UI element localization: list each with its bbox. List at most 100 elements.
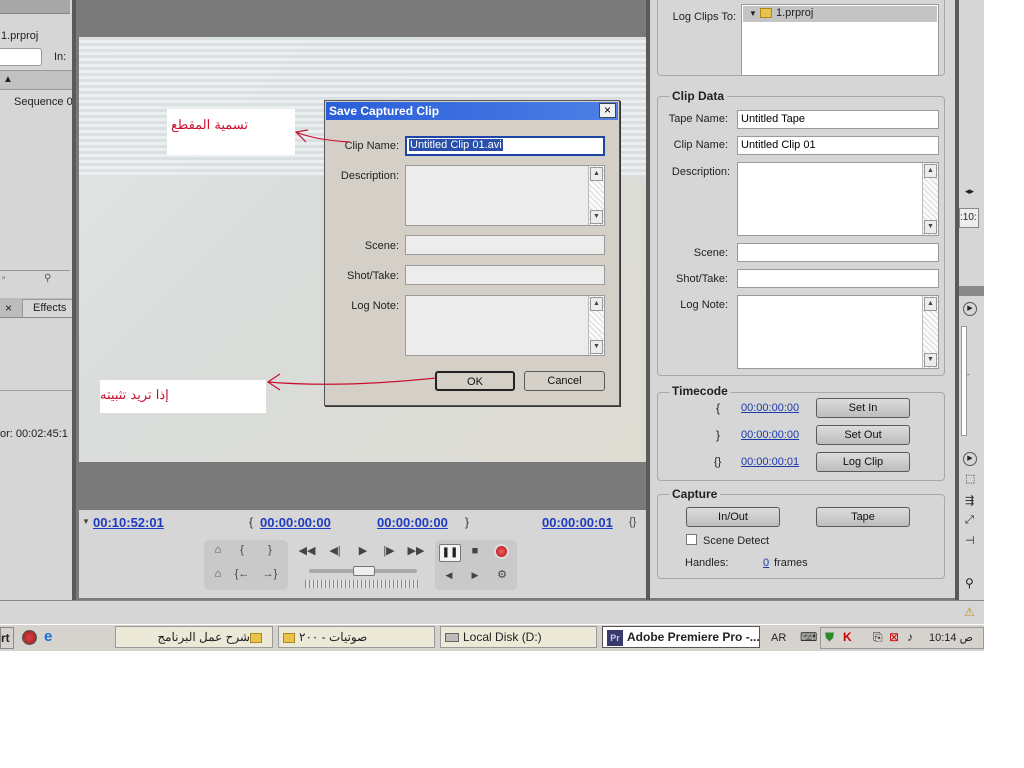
step-left-icon[interactable]: ◀ bbox=[441, 570, 457, 581]
select-tool-icon[interactable]: ⬚ bbox=[965, 472, 975, 485]
goto-out-icon[interactable]: →} bbox=[260, 568, 280, 580]
sort-up-icon[interactable]: ▲ bbox=[3, 74, 13, 85]
taskbar-item[interactable]: صوتيات - ٢٠٠ bbox=[278, 626, 435, 648]
goto-marker-icon[interactable]: ⌂ bbox=[208, 568, 228, 580]
play-circle-icon[interactable]: ▶ bbox=[963, 302, 977, 316]
volume-icon[interactable]: ♪ bbox=[907, 630, 913, 644]
shield-icon[interactable]: ⛊ bbox=[825, 630, 834, 645]
taskbar-item[interactable]: Local Disk (D:) bbox=[440, 626, 597, 648]
scene-field[interactable] bbox=[737, 243, 939, 262]
arrow-to-ok bbox=[267, 377, 437, 385]
scroll-down-icon[interactable]: ▼ bbox=[924, 353, 937, 367]
in-timecode[interactable]: 00:00:00:00 bbox=[260, 515, 331, 530]
timecode-out[interactable]: 00:00:00:00 bbox=[741, 429, 799, 441]
timeline-marker-icon[interactable]: ◂▸ bbox=[965, 186, 974, 197]
scene-search-icon[interactable]: ⚙ bbox=[493, 568, 511, 581]
log-clip-button[interactable]: Log Clip bbox=[816, 452, 910, 472]
set-out-icon[interactable]: } bbox=[262, 544, 278, 556]
list-view-icon[interactable]: ▫ bbox=[2, 273, 6, 284]
stop-icon[interactable]: ■ bbox=[467, 545, 483, 557]
opera-icon[interactable] bbox=[22, 630, 37, 645]
cancel-button[interactable]: Cancel bbox=[524, 371, 605, 391]
duration-timecode[interactable]: 00:00:00:01 bbox=[542, 515, 613, 530]
antivirus-icon[interactable]: K bbox=[843, 630, 852, 644]
scroll-up-icon[interactable]: ▲ bbox=[590, 297, 603, 311]
close-tab-icon[interactable]: × bbox=[5, 301, 12, 315]
handles-value[interactable]: 0 bbox=[763, 557, 769, 569]
set-marker-icon[interactable]: ⌂ bbox=[208, 544, 228, 556]
step-back-icon[interactable]: ◀| bbox=[325, 544, 345, 557]
timecode-duration[interactable]: 00:00:00:01 bbox=[741, 456, 799, 468]
clip-name-field[interactable]: Untitled Clip 01 bbox=[737, 136, 939, 155]
description-scrollbar[interactable]: ▲ ▼ bbox=[922, 163, 938, 235]
scroll-up-icon[interactable]: ▲ bbox=[590, 167, 603, 181]
record-icon[interactable] bbox=[494, 544, 509, 559]
scroll-down-icon[interactable]: ▼ bbox=[590, 340, 603, 354]
pause-icon[interactable]: ❚❚ bbox=[439, 544, 461, 562]
status-bar: ⚠ bbox=[0, 600, 984, 624]
timecode-in[interactable]: 00:00:00:00 bbox=[741, 402, 799, 414]
zoom-tool-icon[interactable]: ⚲ bbox=[965, 576, 974, 590]
shuttle-handle[interactable] bbox=[353, 566, 375, 576]
sequence-item[interactable]: Sequence 0 bbox=[14, 96, 73, 108]
step-right-icon[interactable]: ▶ bbox=[467, 570, 483, 581]
set-out-button[interactable]: Set Out bbox=[816, 425, 910, 445]
find-icon[interactable]: ⚲ bbox=[44, 273, 51, 284]
out-brace-icon: } bbox=[465, 515, 470, 529]
close-icon[interactable]: × bbox=[599, 103, 616, 118]
play-icon[interactable]: ▶ bbox=[353, 544, 373, 557]
in-out-button[interactable]: In/Out bbox=[686, 507, 780, 527]
tab-effects[interactable]: Effects bbox=[22, 299, 74, 317]
ie-icon[interactable]: e bbox=[44, 628, 52, 645]
log-note-field[interactable]: ▲ ▼ bbox=[737, 295, 939, 369]
clipboard-icon[interactable]: ⎘ bbox=[873, 630, 883, 645]
keyboard-icon[interactable]: ⌨ bbox=[800, 630, 817, 644]
timecode-title: Timecode bbox=[669, 384, 731, 398]
track-select-icon[interactable]: ⇶ bbox=[965, 494, 974, 507]
project-column-header[interactable]: ▲ bbox=[0, 70, 72, 90]
jog-wheel[interactable] bbox=[305, 580, 419, 588]
dialog-title: Save Captured Clip bbox=[326, 102, 618, 120]
fast-forward-icon[interactable]: ▶▶ bbox=[405, 544, 427, 557]
ripple-tool-icon[interactable]: ⤢ bbox=[965, 514, 974, 527]
play-circle-icon-2[interactable]: ▶ bbox=[963, 452, 977, 466]
transport-controls: ◀◀ ◀| ▶ |▶ ▶▶ bbox=[295, 540, 429, 590]
step-forward-icon[interactable]: |▶ bbox=[379, 544, 399, 557]
scroll-down-icon[interactable]: ▼ bbox=[924, 220, 937, 234]
set-in-button[interactable]: Set In bbox=[816, 398, 910, 418]
shuttle-slider[interactable] bbox=[309, 566, 417, 576]
clock[interactable]: 10:14 ص bbox=[929, 631, 973, 644]
expand-icon[interactable]: ▼ bbox=[82, 517, 90, 526]
taskbar-item-active[interactable]: Pr Adobe Premiere Pro -... bbox=[602, 626, 760, 648]
scroll-up-icon[interactable]: ▲ bbox=[924, 164, 937, 178]
log-note-scrollbar[interactable]: ▲ ▼ bbox=[588, 296, 604, 355]
scroll-up-icon[interactable]: ▲ bbox=[924, 297, 937, 311]
description-scrollbar[interactable]: ▲ ▼ bbox=[588, 166, 604, 225]
rolling-tool-icon[interactable]: ⊣ bbox=[965, 534, 975, 547]
project-search-input[interactable] bbox=[0, 48, 42, 66]
set-in-icon[interactable]: { bbox=[234, 544, 250, 556]
current-timecode[interactable]: 00:10:52:01 bbox=[93, 515, 164, 530]
ok-button[interactable]: OK bbox=[435, 371, 515, 391]
rewind-icon[interactable]: ◀◀ bbox=[297, 544, 317, 557]
description-field[interactable]: ▲ ▼ bbox=[737, 162, 939, 236]
goto-in-icon[interactable]: {← bbox=[232, 568, 252, 580]
scene-detect-checkbox[interactable] bbox=[686, 534, 697, 545]
log-note-scrollbar[interactable]: ▲ ▼ bbox=[922, 296, 938, 368]
tape-button[interactable]: Tape bbox=[816, 507, 910, 527]
log-clips-to-item[interactable]: ▼ 1.prproj bbox=[743, 6, 937, 22]
timeline-timecode[interactable]: :10: bbox=[959, 208, 979, 228]
out-timecode[interactable]: 00:00:00:00 bbox=[377, 515, 448, 530]
project-name: 1.prproj bbox=[775, 7, 814, 19]
expand-arrow-icon[interactable]: ▼ bbox=[749, 9, 757, 18]
shot-take-field[interactable] bbox=[737, 269, 939, 288]
panel-splitter[interactable] bbox=[72, 0, 76, 600]
language-indicator[interactable]: AR bbox=[771, 632, 786, 644]
network-icon[interactable]: ⊠ bbox=[889, 630, 899, 644]
warning-icon[interactable]: ⚠ bbox=[964, 605, 975, 619]
log-clips-to-list[interactable]: ▼ 1.prproj bbox=[741, 4, 939, 76]
tape-name-field[interactable]: Untitled Tape bbox=[737, 110, 939, 129]
start-button[interactable]: rt bbox=[0, 627, 14, 649]
taskbar-item[interactable]: شرح عمل البرنامج bbox=[115, 626, 273, 648]
scroll-down-icon[interactable]: ▼ bbox=[590, 210, 603, 224]
